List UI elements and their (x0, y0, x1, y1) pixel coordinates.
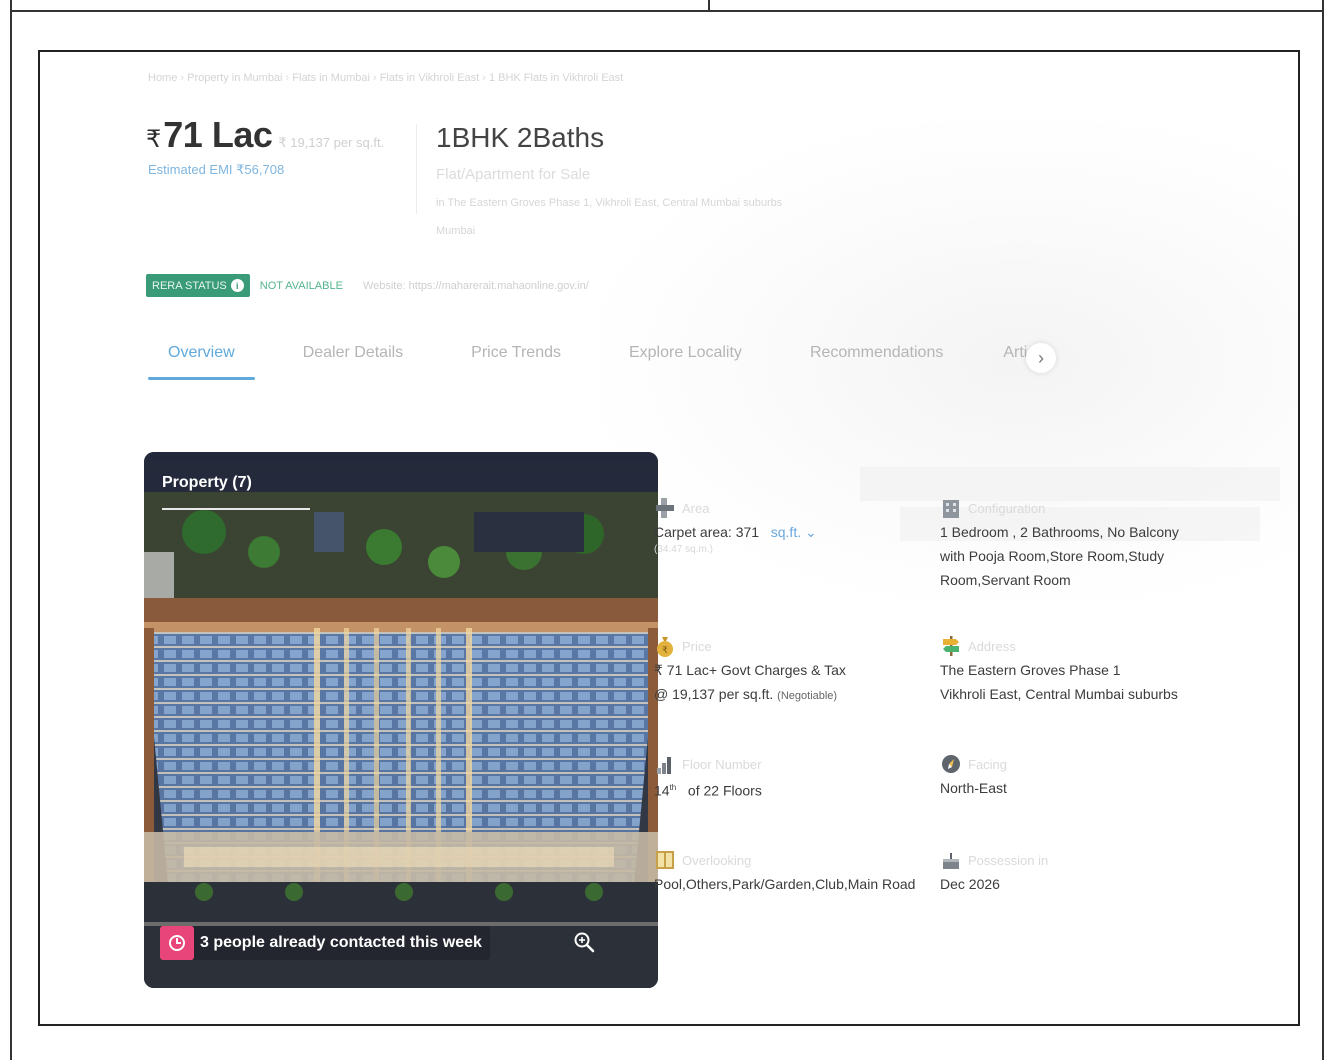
city: Mumbai (436, 225, 476, 237)
rera-badge-label: RERA STATUS (152, 279, 227, 292)
listing-panel: HomeProperty in MumbaiFlats in MumbaiFla… (38, 50, 1300, 1026)
area-icon (656, 498, 674, 518)
configuration-line: Room,Servant Room (940, 572, 1071, 588)
compass-icon (942, 755, 960, 773)
chevron-right-icon: › (1038, 347, 1044, 368)
detail-configuration: Configuration 1 Bedroom , 2 Bathrooms, N… (940, 496, 1179, 592)
possession-value: Dec 2026 (940, 876, 1000, 892)
rera-website-link[interactable]: Website: https://maharerait.mahaonline.g… (363, 280, 589, 292)
breadcrumb-item[interactable]: Flats in Mumbai (283, 72, 370, 84)
detail-possession: Possession in Dec 2026 (940, 848, 1048, 896)
possession-label: Possession in (968, 852, 1049, 868)
window-icon (656, 851, 674, 869)
price-block: ₹ 71 Lac ₹ 19,137 per sq.ft. Estimated E… (146, 114, 384, 178)
zoom-icon[interactable] (572, 930, 596, 954)
photo-title-underline (162, 508, 310, 510)
breadcrumb-item[interactable]: 1 BHK Flats in Vikhroli East (479, 72, 623, 84)
price-per-sqft: ₹ 19,137 per sq.ft. (278, 135, 385, 150)
tabs-next-button[interactable]: › (1026, 343, 1056, 373)
floor-number: 14 (654, 782, 670, 799)
floor-label: Floor Number (682, 756, 762, 772)
breadcrumb-item[interactable]: Property in Mumbai (177, 72, 282, 84)
facing-value: North-East (940, 780, 1007, 796)
rera-status-value: NOT AVAILABLE (259, 279, 343, 292)
detail-facing: Facing North-East (940, 752, 1007, 800)
area-unit-label: sq.ft. (770, 524, 802, 540)
project-location[interactable]: in The Eastern Groves Phase 1, Vikhroli … (436, 197, 782, 209)
tab-price-trends[interactable]: Price Trends (471, 334, 561, 380)
floor-suffix: th (669, 783, 677, 792)
estimated-emi-link[interactable]: Estimated EMI ₹56,708 (148, 162, 384, 178)
breadcrumb-item[interactable]: Flats in Vikhroli East (370, 72, 479, 84)
configuration-line: with Pooja Room,Store Room,Study (940, 548, 1165, 564)
property-photo-card[interactable]: Property (7) 3 people already contacted … (144, 452, 658, 988)
contact-count-text: 3 people already contacted this week (200, 934, 482, 951)
breadcrumb: HomeProperty in MumbaiFlats in MumbaiFla… (148, 72, 623, 84)
detail-floor: Floor Number 14th of 22 Floors (654, 752, 762, 803)
area-sq-m: (34.47 sq.m.) (654, 544, 713, 555)
breadcrumb-item[interactable]: Home (148, 72, 177, 84)
info-icon[interactable]: i (230, 279, 244, 292)
facing-label: Facing (968, 756, 1008, 772)
tab-recommendations[interactable]: Recommendations (810, 334, 943, 380)
floor-icon (657, 757, 671, 774)
photo-count-title[interactable]: Property (7) (162, 474, 252, 492)
price-label: Price (682, 638, 712, 654)
address-line: The Eastern Groves Phase 1 (940, 662, 1121, 678)
page-title: 1BHK 2Baths (436, 122, 605, 153)
detail-address: Address The Eastern Groves Phase 1 Vikhr… (940, 634, 1178, 706)
tab-explore-locality[interactable]: Explore Locality (629, 334, 742, 380)
address-label: Address (968, 638, 1016, 654)
detail-area: Area Carpet area: 371 sq.ft. ⌄ (34.47 sq… (654, 496, 817, 555)
address-line: Vikhroli East, Central Mumbai suburbs (940, 686, 1178, 702)
area-label: Area (682, 500, 710, 516)
rera-row: RERA STATUS i NOT AVAILABLE Website: htt… (146, 274, 589, 297)
top-divider (708, 0, 710, 12)
floor-total: of 22 Floors (687, 782, 762, 799)
building-icon (943, 500, 959, 518)
contact-count-banner: 3 people already contacted this week (160, 926, 490, 960)
cake-icon (943, 853, 959, 869)
section-tabs: Overview Dealer Details Price Trends Exp… (148, 334, 1039, 380)
negotiable-tag: (Negotiable) (777, 690, 838, 702)
price-value: 71 Lac (163, 114, 273, 155)
svg-text:₹: ₹ (662, 646, 668, 656)
listing-type: Flat/Apartment for Sale (436, 166, 591, 183)
configuration-line: 1 Bedroom , 2 Bathrooms, No Balcony (940, 524, 1179, 540)
chevron-down-icon: ⌄ (805, 524, 817, 540)
clock-icon (160, 926, 194, 960)
tab-overview[interactable]: Overview (148, 334, 255, 380)
tab-dealer-details[interactable]: Dealer Details (303, 334, 403, 380)
currency-symbol: ₹ (146, 126, 162, 153)
signpost-icon (943, 636, 959, 656)
area-unit-dropdown[interactable]: sq.ft. ⌄ (771, 524, 817, 540)
header-divider (416, 124, 417, 214)
title-block: 1BHK 2Baths Flat/Apartment for Sale in T… (436, 122, 782, 237)
overlooking-label: Overlooking (682, 852, 752, 868)
overlooking-value: Pool,Others,Park/Garden,Club,Main Road (654, 876, 916, 892)
detail-overlooking: Overlooking Pool,Others,Park/Garden,Club… (654, 848, 915, 896)
money-bag-icon: ₹ (657, 637, 673, 657)
carpet-area-value: Carpet area: 371 (654, 524, 760, 540)
price-total: ₹ 71 Lac+ Govt Charges & Tax (654, 662, 846, 678)
detail-price: ₹ Price ₹ 71 Lac+ Govt Charges & Tax @ 1… (654, 634, 846, 708)
building-photo (144, 452, 658, 988)
top-border (10, 10, 1324, 12)
price-rate: @ 19,137 per sq.ft. (654, 686, 774, 702)
rera-status-badge[interactable]: RERA STATUS i (146, 274, 250, 297)
configuration-label: Configuration (968, 500, 1046, 516)
